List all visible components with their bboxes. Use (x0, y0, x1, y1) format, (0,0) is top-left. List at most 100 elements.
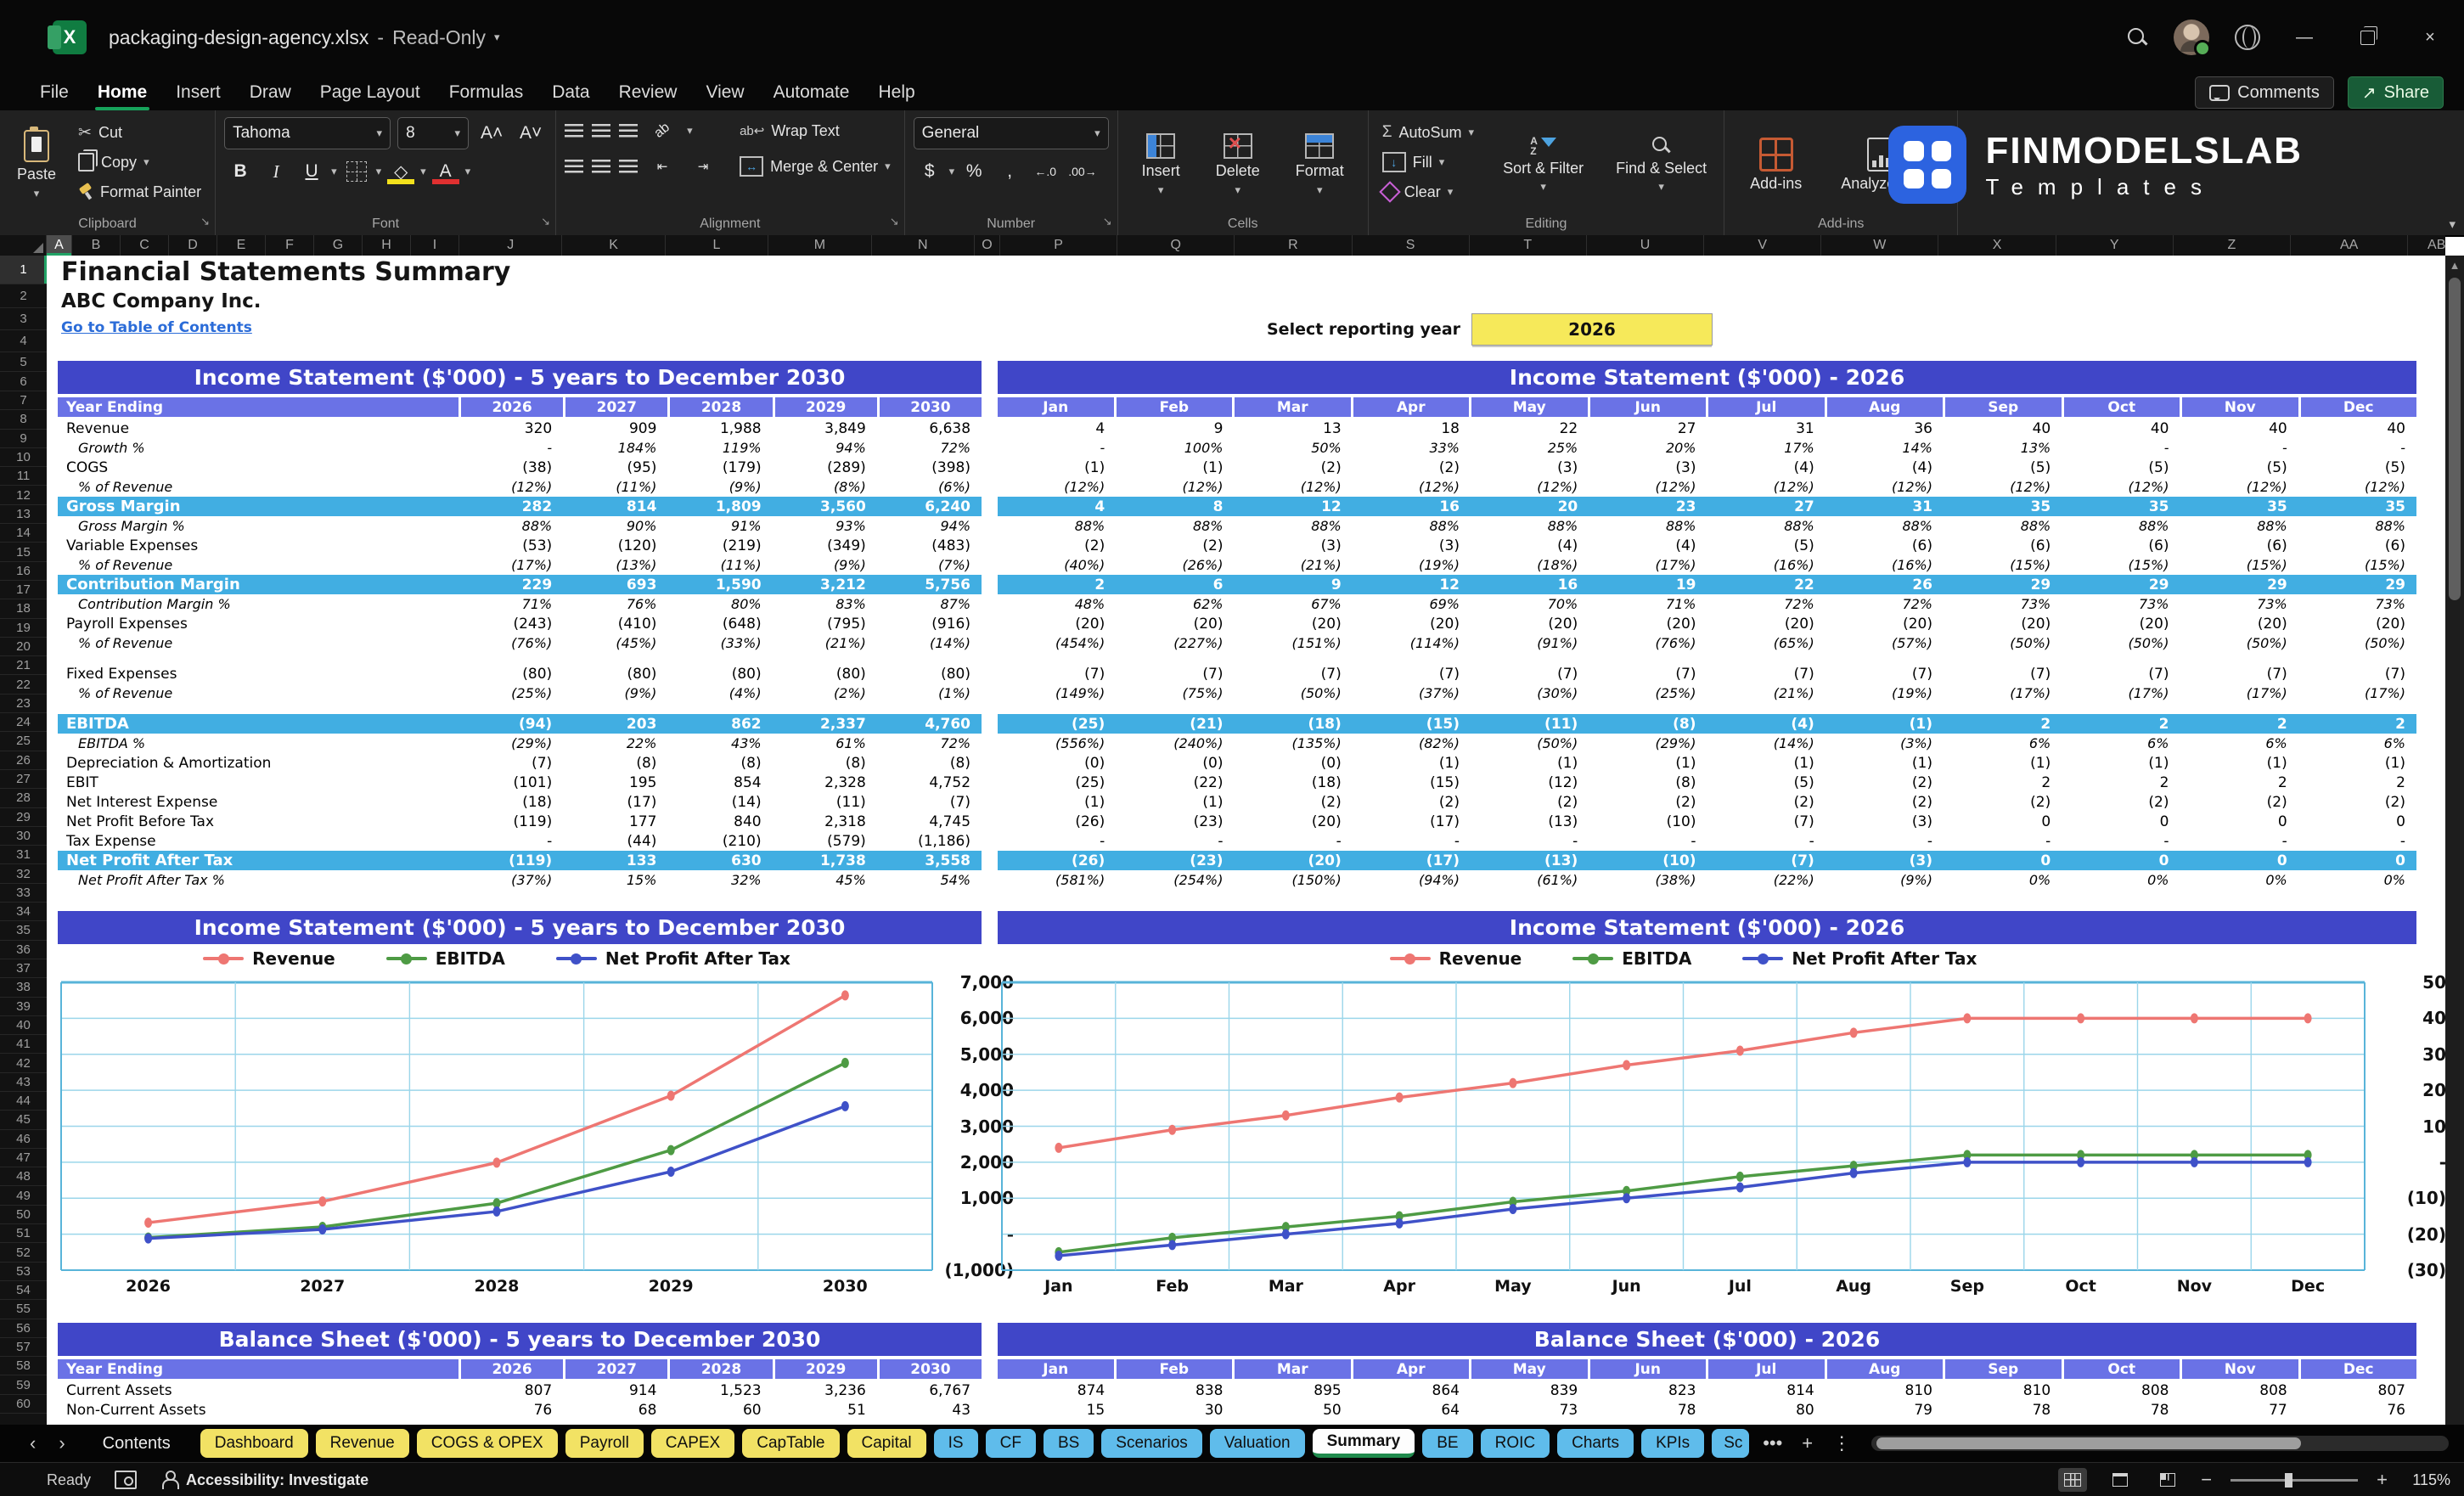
cell[interactable]: (119) (458, 852, 563, 869)
row-header-48[interactable]: 48 (0, 1167, 47, 1187)
horizontal-scroll-thumb[interactable] (1876, 1437, 2302, 1449)
cell[interactable]: - (1707, 833, 1825, 850)
cell[interactable]: 72% (877, 440, 982, 456)
row-header-16[interactable]: 16 (0, 562, 47, 581)
cell[interactable]: (2) (1825, 774, 1944, 791)
cell[interactable]: (18) (458, 794, 563, 811)
cell[interactable]: (45%) (563, 635, 667, 651)
cell[interactable]: (0) (1116, 755, 1234, 772)
cell[interactable]: (10) (1589, 813, 1707, 830)
comma-style-button[interactable]: , (993, 158, 1026, 185)
row-label[interactable]: Non-Current Assets (58, 1402, 458, 1419)
cell[interactable]: (20) (2298, 616, 2416, 633)
cell[interactable]: (1) (998, 794, 1116, 811)
cell[interactable]: (2) (1353, 459, 1471, 476)
cell[interactable]: (7) (877, 794, 982, 811)
cell[interactable]: (7) (1353, 666, 1471, 683)
cell[interactable]: (17) (563, 794, 667, 811)
user-avatar[interactable] (2174, 20, 2211, 57)
header-cell[interactable]: Feb (1116, 1359, 1232, 1379)
cell[interactable]: - (2180, 440, 2298, 456)
row-header-49[interactable]: 49 (0, 1186, 47, 1206)
cell[interactable]: (57%) (1825, 635, 1944, 651)
row-header-39[interactable]: 39 (0, 998, 47, 1016)
header-cell[interactable]: Apr (1353, 397, 1469, 417)
cell[interactable]: 8 (1116, 498, 1234, 515)
header-cell[interactable]: Jun (1589, 397, 1706, 417)
cell[interactable]: 2 (2298, 774, 2416, 791)
cell[interactable]: (11) (773, 794, 877, 811)
search-icon[interactable] (2126, 26, 2148, 48)
row-header-57[interactable]: 57 (0, 1338, 47, 1358)
cell[interactable]: 71% (458, 596, 563, 612)
cell[interactable]: (4) (1825, 459, 1944, 476)
cell[interactable]: (7) (458, 755, 563, 772)
cell[interactable]: 3,558 (877, 852, 982, 869)
row-header-33[interactable]: 33 (0, 884, 47, 903)
cell[interactable]: (11%) (563, 479, 667, 495)
header-cell[interactable]: Mar (1235, 1359, 1351, 1379)
paste-button[interactable]: Paste ▾ (8, 117, 65, 213)
column-header-I[interactable]: I (411, 235, 459, 256)
cell[interactable]: (17%) (2180, 685, 2298, 701)
cell[interactable]: (12%) (1825, 479, 1944, 495)
menu-tab-review[interactable]: Review (605, 75, 692, 110)
cell[interactable]: (38%) (1589, 872, 1707, 888)
cell[interactable]: 15 (998, 1402, 1116, 1419)
cell[interactable]: 72% (877, 735, 982, 751)
cell[interactable]: (4) (1707, 459, 1825, 476)
cell[interactable]: (101) (458, 774, 563, 791)
header-cell[interactable]: Sep (1945, 397, 2062, 417)
cell[interactable]: (76%) (458, 635, 563, 651)
shrink-font-button[interactable]: A˅ (515, 120, 547, 147)
cell[interactable]: 282 (458, 498, 563, 515)
cell[interactable]: 0% (2180, 872, 2298, 888)
cell[interactable]: 29 (2298, 576, 2416, 593)
cell[interactable]: (4%) (667, 685, 772, 701)
row-header-56[interactable]: 56 (0, 1319, 47, 1338)
cell[interactable]: 48% (998, 596, 1116, 612)
cell[interactable]: 40 (2298, 420, 2416, 437)
cell[interactable]: (17%) (2298, 685, 2416, 701)
cell[interactable]: 50 (1235, 1402, 1353, 1419)
cell[interactable]: 229 (458, 576, 563, 593)
column-header-N[interactable]: N (872, 235, 975, 256)
cell[interactable]: 35 (1944, 498, 2062, 515)
row-label[interactable]: Net Profit After Tax (58, 852, 458, 869)
row-header-11[interactable]: 11 (0, 467, 47, 486)
header-cell[interactable]: 2030 (879, 1359, 982, 1379)
cell[interactable]: (23) (1116, 813, 1234, 830)
cell[interactable]: (7) (2298, 666, 2416, 683)
cell[interactable]: (7) (1707, 852, 1825, 869)
cell[interactable]: (17%) (458, 557, 563, 573)
sheet-tab-contents[interactable]: Contents (81, 1434, 193, 1454)
row-label[interactable]: COGS (58, 459, 458, 476)
row-label[interactable]: % of Revenue (58, 685, 458, 701)
cell[interactable]: 814 (1707, 1382, 1825, 1399)
cell[interactable]: 51 (773, 1402, 877, 1419)
align-top-icon[interactable] (565, 124, 584, 138)
cell[interactable]: 0 (1944, 813, 2062, 830)
cell[interactable]: (25) (998, 774, 1116, 791)
cell[interactable]: (18) (1235, 774, 1353, 791)
cell[interactable]: (94%) (1353, 872, 1471, 888)
cell[interactable]: - (1235, 833, 1353, 850)
cell[interactable]: 40 (2180, 420, 2298, 437)
horizontal-scrollbar[interactable] (1871, 1436, 2449, 1451)
cell[interactable]: 76 (458, 1402, 563, 1419)
align-right-icon[interactable] (619, 160, 639, 173)
cell[interactable]: 76% (563, 596, 667, 612)
column-header-P[interactable]: P (1000, 235, 1118, 256)
cell[interactable]: (289) (773, 459, 877, 476)
cell[interactable]: 2 (2062, 774, 2180, 791)
cell[interactable]: 2 (2180, 774, 2298, 791)
cell[interactable]: - (458, 833, 563, 850)
cell[interactable]: (227%) (1116, 635, 1234, 651)
accounting-format-button[interactable]: $ (914, 158, 946, 185)
cell[interactable]: (15%) (2180, 557, 2298, 573)
align-center-icon[interactable] (592, 160, 611, 173)
cell[interactable]: 6,638 (877, 420, 982, 437)
cell[interactable]: (2) (2062, 794, 2180, 811)
row-label[interactable]: Net Profit Before Tax (58, 813, 458, 830)
cell[interactable]: 862 (667, 716, 772, 733)
